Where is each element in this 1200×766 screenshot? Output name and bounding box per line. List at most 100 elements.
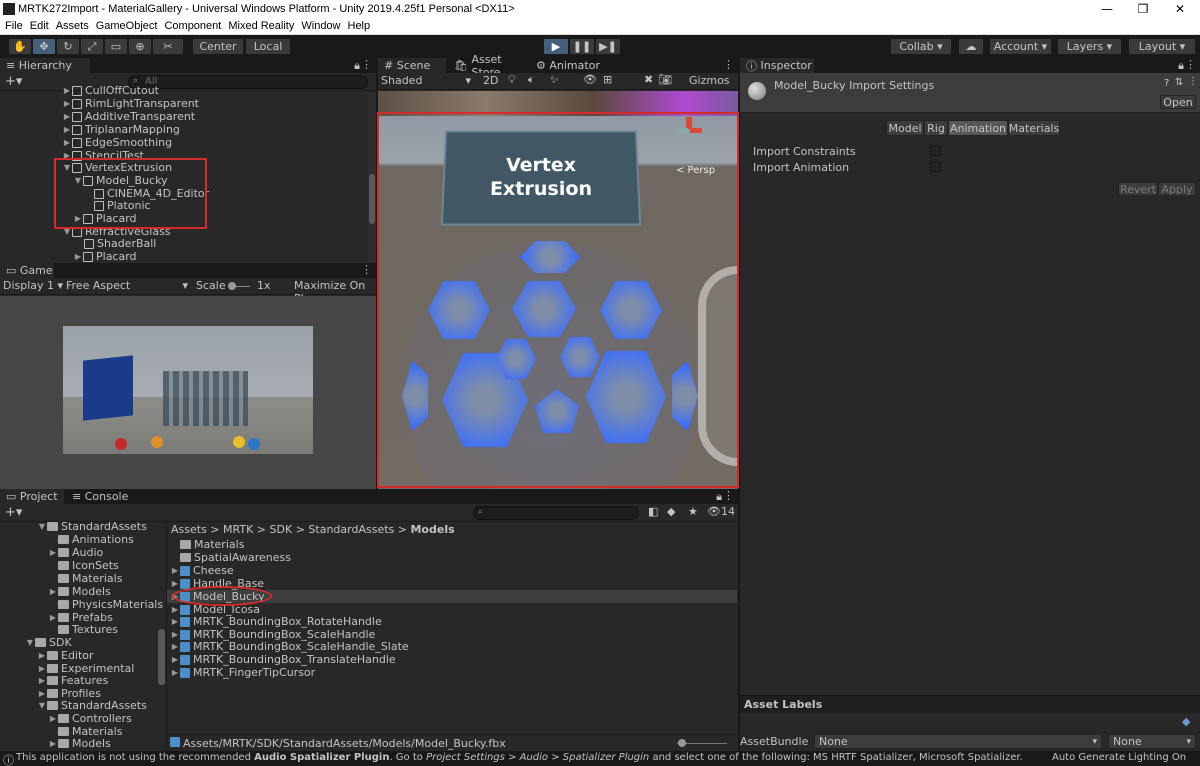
step-button[interactable]: ▶❚ (595, 38, 621, 55)
layers-dropdown[interactable]: Layers ▾ (1057, 38, 1122, 55)
asset-bundle-variant-dropdown[interactable]: None (1108, 734, 1196, 749)
hierarchy-item[interactable]: ▶ Placard (73, 250, 137, 263)
menu-window[interactable]: Window (301, 19, 340, 34)
tab-model[interactable]: Model (886, 120, 924, 136)
project-file-item[interactable]: ▶ MRTK_BoundingBox_TranslateHandle (170, 653, 396, 666)
camera-icon[interactable]: 📷︎ (658, 73, 672, 86)
menu-edit[interactable]: Edit (30, 19, 49, 34)
project-file-item[interactable]: ▶ MRTK_BoundingBox_RotateHandle (170, 615, 382, 628)
menu-gameobject[interactable]: GameObject (96, 19, 158, 34)
project-tree-item[interactable]: ▶ Models (48, 737, 111, 750)
aspect-dropdown[interactable]: Free Aspect ▾ (66, 279, 188, 292)
hierarchy-item[interactable]: ▶ AdditiveTransparent (62, 110, 195, 123)
filter-label-icon[interactable]: ◆ (667, 505, 675, 518)
2d-toggle[interactable]: 2D (483, 74, 498, 87)
tab-scene[interactable]: # Scene (378, 58, 446, 73)
project-tree-item[interactable]: ▼ StandardAssets (37, 699, 147, 712)
project-tree-item[interactable]: Animations (48, 533, 134, 546)
restore-button[interactable]: ❐ (1128, 1, 1158, 18)
scale-slider-handle[interactable] (228, 282, 236, 290)
preset-icon[interactable]: ⇅ (1175, 77, 1183, 88)
add-icon[interactable]: +▾ (5, 74, 22, 89)
audio-icon[interactable]: 🔈︎ (528, 73, 535, 87)
hierarchy-item[interactable]: ▶ EdgeSmoothing (62, 136, 172, 149)
project-tree-item[interactable]: ▶ Models (48, 585, 111, 598)
project-tree-item[interactable]: ▶ Features (37, 674, 108, 687)
menu-file[interactable]: File (5, 19, 23, 34)
move-tool-icon[interactable]: ✥ (32, 38, 56, 55)
project-tree-item[interactable]: Textures (48, 623, 118, 636)
panel-menu-icon[interactable]: ⋮ (723, 489, 734, 502)
favorite-icon[interactable]: ★ (688, 505, 698, 518)
project-file-item[interactable]: SpatialAwareness (170, 551, 291, 564)
breadcrumb-item[interactable]: MRTK (223, 523, 253, 536)
lock-icon[interactable]: 🔒︎ (716, 490, 722, 504)
effects-icon[interactable]: ✨︎ (550, 73, 559, 87)
tab-animator[interactable]: ⚙ Animator (530, 58, 610, 73)
layout-dropdown[interactable]: Layout ▾ (1128, 38, 1196, 55)
cloud-icon[interactable]: ☁ (958, 38, 984, 55)
apply-button[interactable]: Apply (1158, 182, 1196, 196)
project-tree-item[interactable]: ▼ StandardAssets (37, 520, 147, 533)
grid-icon[interactable]: ⊞ (603, 73, 612, 86)
import-animation-checkbox[interactable] (930, 161, 941, 172)
tab-inspector[interactable]: ⓘ Inspector (740, 58, 814, 73)
hierarchy-item[interactable]: ▶ TriplanarMapping (62, 123, 180, 136)
hierarchy-item[interactable]: ▶ CullOffCutout (62, 84, 159, 97)
minimize-button[interactable]: — (1092, 1, 1122, 18)
hierarchy-item[interactable]: ShaderBall (84, 237, 156, 250)
add-icon[interactable]: +▾ (5, 505, 22, 520)
rect-tool-icon[interactable]: ▭ (104, 38, 128, 55)
icon-size-handle[interactable] (678, 739, 686, 747)
tab-animation[interactable]: Animation (948, 120, 1008, 136)
display-dropdown[interactable]: Display 1 ▾ (3, 279, 63, 292)
panel-menu-icon[interactable]: ⋮ (723, 58, 734, 71)
filter-type-icon[interactable]: ◧ (648, 505, 658, 518)
scale-tool-icon[interactable]: ⤢ (80, 38, 104, 55)
menu-assets[interactable]: Assets (56, 19, 89, 34)
project-tree-item[interactable]: ▼ SDK (25, 636, 72, 649)
tab-game[interactable]: ▭ Game (0, 263, 54, 278)
open-button[interactable]: Open (1160, 95, 1196, 109)
lock-icon[interactable]: 🔒︎ (354, 59, 360, 73)
hand-tool-icon[interactable]: ✋ (8, 38, 32, 55)
project-tree-item[interactable]: IconSets (48, 559, 119, 572)
hierarchy-scrollbar[interactable] (368, 92, 376, 263)
account-dropdown[interactable]: Account ▾ (989, 38, 1052, 55)
hierarchy-item[interactable]: ▶ RimLightTransparent (62, 97, 199, 110)
custom-tool-icon[interactable]: ✂ (152, 38, 184, 55)
settings-menu-icon[interactable]: ⋮ (1188, 76, 1198, 87)
panel-menu-icon[interactable]: ⋮ (361, 263, 372, 276)
lock-icon[interactable]: 🔒︎ (1178, 59, 1184, 73)
close-button[interactable]: ✕ (1165, 1, 1195, 18)
lighting-icon[interactable]: 💡︎ (508, 73, 516, 87)
menu-help[interactable]: Help (348, 19, 371, 34)
help-icon[interactable]: ? (1164, 78, 1169, 89)
tab-asset-store[interactable]: 🛍︎ Asset Store (448, 53, 528, 79)
project-tree-item[interactable]: PhysicsMaterials (48, 598, 163, 611)
label-tag-icon[interactable]: ◆ (1182, 715, 1190, 728)
project-tree-item[interactable]: ▶ Controllers (48, 712, 132, 725)
breadcrumb-item[interactable]: StandardAssets (308, 523, 394, 536)
breadcrumb-item[interactable]: SDK (270, 523, 293, 536)
panel-menu-icon[interactable]: ⋮ (361, 58, 372, 71)
tab-hierarchy[interactable]: ≡ Hierarchy (0, 58, 90, 73)
breadcrumb-item[interactable]: Models (410, 523, 454, 536)
menu-component[interactable]: Component (164, 19, 221, 34)
hierarchy-search-input[interactable]: ⌕ All (128, 75, 368, 89)
tab-rig[interactable]: Rig (924, 120, 948, 136)
pause-button[interactable]: ❚❚ (569, 38, 595, 55)
revert-button[interactable]: Revert (1118, 182, 1158, 196)
project-tree-scrollbar[interactable] (158, 629, 165, 685)
asset-bundle-dropdown[interactable]: None (814, 734, 1102, 749)
shading-mode-dropdown[interactable]: Shaded ▾ (381, 74, 471, 87)
hidden-objects-icon[interactable]: 👁︎ (583, 73, 597, 86)
pivot-local-button[interactable]: Local (245, 38, 291, 55)
project-file-item[interactable]: ▶ MRTK_BoundingBox_ScaleHandle_Slate (170, 640, 409, 653)
tab-project[interactable]: ▭ Project (0, 489, 64, 504)
rotate-tool-icon[interactable]: ↻ (56, 38, 80, 55)
tab-console[interactable]: ≡ Console (66, 489, 130, 504)
project-tree-item[interactable]: ▶ Audio (48, 546, 103, 559)
transform-tool-icon[interactable]: ⊕ (128, 38, 152, 55)
tab-materials[interactable]: Materials (1008, 120, 1060, 136)
